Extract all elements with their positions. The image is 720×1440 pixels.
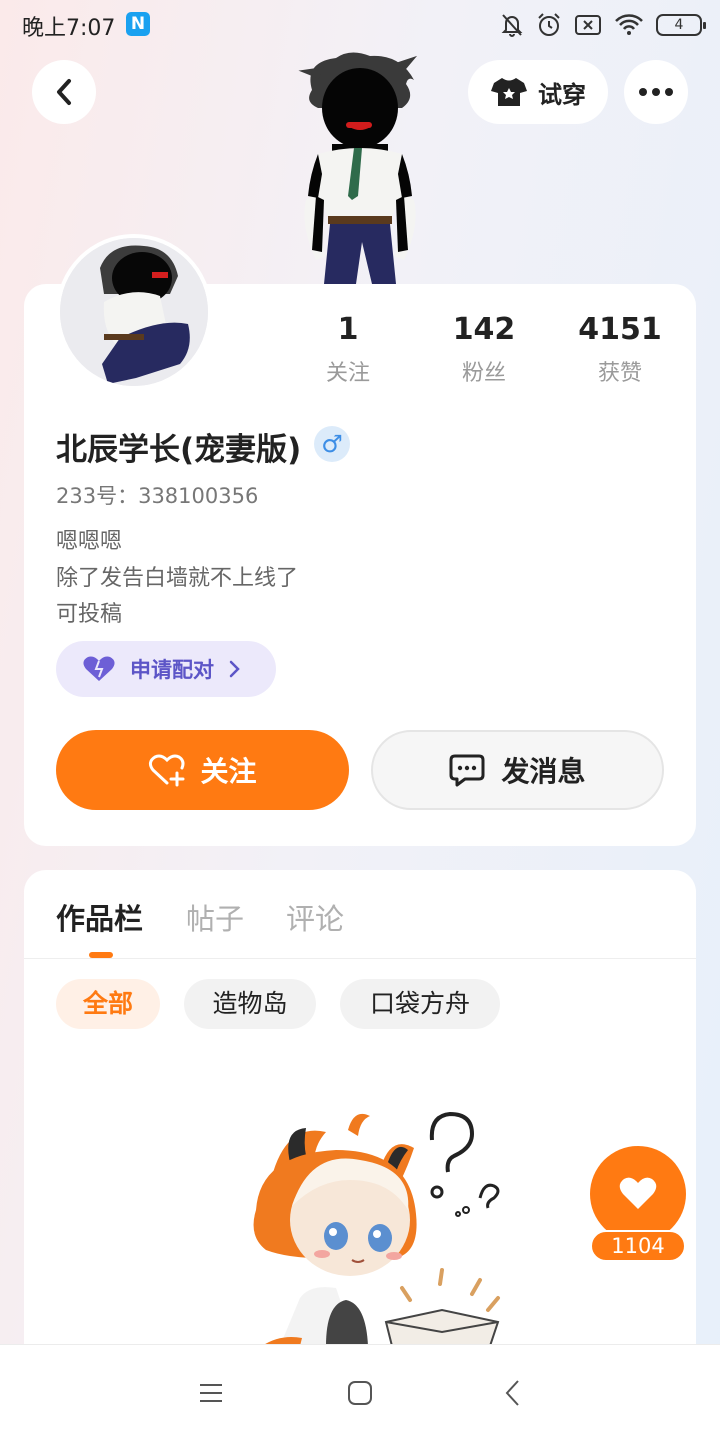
avatar-figure (298, 52, 418, 284)
tab-divider (24, 958, 696, 959)
send-message-button[interactable]: 发消息 (371, 730, 664, 810)
heart-plus-icon (149, 754, 185, 787)
send-message-label: 发消息 (501, 755, 586, 788)
empty-state-illustration (253, 1111, 500, 1346)
following-label: 关注 (325, 361, 370, 386)
more-button[interactable] (624, 60, 688, 124)
chat-bubble-icon (449, 754, 485, 787)
following-count: 1 (337, 312, 359, 347)
mute-bell-icon (501, 14, 523, 37)
sim-off-icon (575, 15, 601, 35)
home-square-icon (348, 1381, 372, 1405)
nav-menu-button[interactable] (191, 1375, 231, 1411)
menu-icon (200, 1384, 222, 1402)
more-dots-icon (639, 88, 673, 96)
username: 北辰学长(宠妻版) (56, 432, 302, 468)
bio-line: 除了发告白墙就不上线了 (56, 566, 299, 591)
battery-icon: 4 (656, 14, 706, 36)
fans-label: 粉丝 (461, 361, 506, 386)
bio-line: 嗯嗯嗯 (56, 529, 123, 554)
status-bar: 晚上7:07 N 4 (0, 0, 720, 50)
status-icons: 4 (500, 10, 706, 40)
stat-fans[interactable]: 142 粉丝 (424, 312, 544, 387)
tab-works[interactable]: 作品栏 (56, 896, 143, 938)
follow-label: 关注 (200, 755, 257, 788)
fans-count: 142 (452, 312, 516, 347)
system-nav-bar (0, 1344, 720, 1440)
alarm-icon (538, 13, 560, 36)
gender-male-icon: ♂ (314, 426, 350, 462)
app-notification-icon: N (126, 12, 150, 36)
back-triangle-icon (505, 1380, 519, 1406)
likes-label: 获赞 (597, 361, 642, 386)
chevron-right-icon (229, 660, 240, 678)
filter-pocket-ark[interactable]: 口袋方舟 (340, 979, 500, 1029)
heart-icon (619, 1177, 657, 1209)
stat-following[interactable]: 1 关注 (288, 312, 408, 387)
try-on-label: 试穿 (538, 80, 586, 109)
user-id[interactable]: 233号：338100356 (56, 480, 258, 510)
filter-all[interactable]: 全部 (56, 979, 160, 1029)
bio-line: 可投稿 (56, 602, 123, 627)
apply-pair-button[interactable]: 申请配对 (56, 641, 276, 697)
filter-creation-island[interactable]: 造物岛 (184, 979, 316, 1029)
heart-icon (83, 656, 115, 681)
status-time: 晚上7:07 (22, 16, 116, 41)
stat-likes: 4151 获赞 (560, 312, 680, 387)
tshirt-icon (491, 78, 527, 106)
chevron-left-icon (57, 79, 71, 105)
nav-back-button[interactable] (492, 1375, 532, 1411)
try-on-button[interactable]: 试穿 (468, 60, 608, 124)
floating-like-button[interactable] (590, 1146, 686, 1242)
tab-posts[interactable]: 帖子 (186, 896, 244, 938)
likes-count: 4151 (578, 312, 662, 347)
floating-like-count: 1104 (590, 1230, 686, 1262)
wifi-icon (615, 14, 643, 35)
apply-pair-label: 申请配对 (130, 658, 214, 682)
avatar-image (60, 238, 208, 386)
tab-comments[interactable]: 评论 (286, 896, 344, 938)
nav-home-button[interactable] (340, 1375, 380, 1411)
follow-button[interactable]: 关注 (56, 730, 349, 810)
back-button[interactable] (32, 60, 96, 124)
avatar[interactable] (56, 234, 212, 390)
